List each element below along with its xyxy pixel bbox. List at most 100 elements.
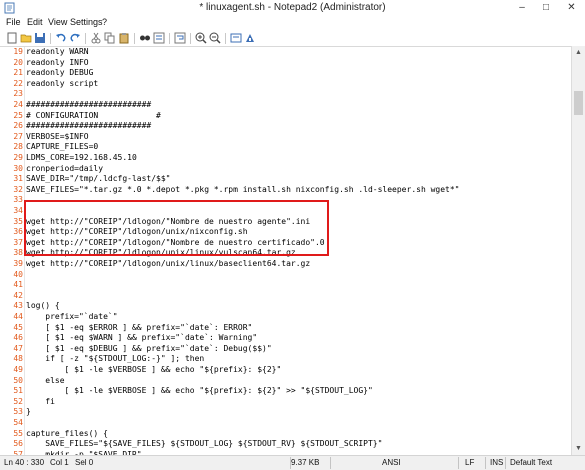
scroll-down-arrow-icon[interactable]: ▼ — [572, 442, 585, 455]
code-text[interactable]: readonly script — [26, 79, 98, 90]
code-text[interactable]: [ $1 -eq $WARN ] && prefix="`date`: Warn… — [26, 333, 257, 344]
code-text[interactable]: # CONFIGURATION # — [26, 111, 161, 122]
status-insert-mode[interactable]: INS — [490, 458, 503, 467]
code-line[interactable]: 50 else — [0, 376, 571, 387]
code-text[interactable]: SAVE_FILES="${SAVE_FILES} ${STDOUT_LOG} … — [26, 439, 382, 450]
code-line[interactable]: 55 capture_files() { — [0, 429, 571, 440]
status-encoding[interactable]: ANSI — [382, 458, 401, 467]
paste-icon[interactable] — [118, 32, 130, 44]
code-line[interactable]: 54 — [0, 418, 571, 429]
line-number: 33 — [13, 195, 23, 205]
code-text[interactable]: VERBOSE=$INFO — [26, 132, 89, 143]
code-line[interactable]: 51 [ $1 -le $VERBOSE ] && echo "${prefix… — [0, 386, 571, 397]
code-line[interactable]: 39 wget http://"COREIP"/ldlogon/unix/linu… — [0, 259, 571, 270]
editor-area[interactable]: 19 readonly WARN 20 readonly INFO 21 readonly… — [0, 46, 571, 456]
status-line-ending[interactable]: LF — [465, 458, 474, 467]
code-line[interactable]: 46 [ $1 -eq $WARN ] && prefix="`date`: W… — [0, 333, 571, 344]
code-text[interactable]: SAVE_DIR="/tmp/.ldcfg-last/$$" — [26, 174, 171, 185]
redo-icon[interactable] — [69, 32, 81, 44]
save-icon[interactable] — [34, 32, 46, 44]
code-line[interactable]: 22 readonly script — [0, 79, 571, 90]
code-line[interactable]: 26 ########################## — [0, 121, 571, 132]
code-text[interactable]: SAVE_FILES="*.tar.gz *.0 *.depot *.pkg *… — [26, 185, 459, 196]
code-line[interactable]: 23 — [0, 89, 571, 100]
code-line[interactable]: 24 ########################## — [0, 100, 571, 111]
code-line[interactable]: 25 # CONFIGURATION # — [0, 111, 571, 122]
code-text[interactable]: [ $1 -le $VERBOSE ] && echo "${prefix}: … — [26, 365, 282, 376]
maximize-button[interactable]: □ — [534, 0, 558, 16]
wordwrap-icon[interactable] — [174, 32, 186, 44]
close-button[interactable]: ✕ — [558, 0, 585, 16]
menu-view[interactable]: View — [48, 17, 67, 27]
code-text[interactable]: [ $1 -eq $DEBUG ] && prefix="`date`: Deb… — [26, 344, 271, 355]
code-text[interactable]: readonly DEBUG — [26, 68, 93, 79]
new-icon[interactable] — [6, 32, 18, 44]
menu-settings[interactable]: Settings — [70, 17, 103, 27]
line-number: 19 — [13, 47, 23, 56]
open-icon[interactable] — [20, 32, 32, 44]
code-line[interactable]: 30 cronperiod=daily — [0, 164, 571, 175]
minimize-button[interactable]: – — [510, 0, 534, 16]
zoom-in-icon[interactable] — [195, 32, 207, 44]
code-line[interactable]: 45 [ $1 -eq $ERROR ] && prefix="`date`: … — [0, 323, 571, 334]
zoom-out-icon[interactable] — [209, 32, 221, 44]
status-bar: Ln 40 : 330 Col 1 Sel 0 9.37 KB ANSI LF … — [0, 455, 585, 470]
code-text[interactable]: [ $1 -eq $ERROR ] && prefix="`date`: ERR… — [26, 323, 252, 334]
code-line[interactable]: 43 log() { — [0, 301, 571, 312]
code-line[interactable]: 44 prefix="`date`" — [0, 312, 571, 323]
scheme-icon[interactable] — [230, 32, 242, 44]
code-line[interactable]: 56 SAVE_FILES="${SAVE_FILES} ${STDOUT_LO… — [0, 439, 571, 450]
code-line[interactable]: 48 if [ -z "${STDOUT_LOG:-}" ]; then — [0, 354, 571, 365]
menu-help[interactable]: ? — [102, 17, 107, 27]
replace-icon[interactable] — [153, 32, 165, 44]
code-text[interactable]: ########################## — [26, 100, 151, 111]
line-number: 26 — [13, 121, 23, 131]
code-line[interactable]: 52 fi — [0, 397, 571, 408]
code-line[interactable]: 28 CAPTURE_FILES=0 — [0, 142, 571, 153]
code-text[interactable]: readonly INFO — [26, 58, 89, 69]
code-line[interactable]: 29 LDMS_CORE=192.168.45.10 — [0, 153, 571, 164]
undo-icon[interactable] — [55, 32, 67, 44]
scroll-up-arrow-icon[interactable]: ▲ — [572, 46, 585, 59]
cut-icon[interactable] — [90, 32, 102, 44]
copy-icon[interactable] — [104, 32, 116, 44]
toolbar-separator — [85, 33, 86, 44]
settings-icon[interactable] — [244, 32, 256, 44]
line-number: 23 — [13, 89, 23, 99]
code-line[interactable]: 32 SAVE_FILES="*.tar.gz *.0 *.depot *.pkg… — [0, 185, 571, 196]
code-line[interactable]: 41 — [0, 280, 571, 291]
title-bar[interactable]: * linuxagent.sh - Notepad2 (Administrato… — [0, 0, 585, 16]
code-line[interactable]: 47 [ $1 -eq $DEBUG ] && prefix="`date`: … — [0, 344, 571, 355]
code-line[interactable]: 20 readonly INFO — [0, 58, 571, 69]
code-line[interactable]: 19 readonly WARN — [0, 47, 571, 58]
code-text[interactable]: readonly WARN — [26, 47, 89, 58]
vertical-scrollbar[interactable]: ▲ ▼ — [571, 46, 585, 455]
code-line[interactable]: 40 — [0, 270, 571, 281]
find-icon[interactable] — [139, 32, 151, 44]
code-text[interactable]: [ $1 -le $VERBOSE ] && echo "${prefix}: … — [26, 386, 373, 397]
code-text[interactable]: prefix="`date`" — [26, 312, 117, 323]
status-scheme[interactable]: Default Text — [510, 458, 552, 467]
code-text[interactable]: CAPTURE_FILES=0 — [26, 142, 98, 153]
code-text[interactable]: if [ -z "${STDOUT_LOG:-}" ]; then — [26, 354, 204, 365]
menu-file[interactable]: File — [6, 17, 21, 27]
code-text[interactable]: log() { — [26, 301, 60, 312]
menu-bar: File Edit View Settings ? — [0, 16, 585, 31]
code-line[interactable]: 53} — [0, 407, 571, 418]
code-line[interactable]: 49 [ $1 -le $VERBOSE ] && echo "${prefix… — [0, 365, 571, 376]
status-column: Col 1 — [50, 458, 69, 467]
code-line[interactable]: 31 SAVE_DIR="/tmp/.ldcfg-last/$$" — [0, 174, 571, 185]
code-text[interactable]: cronperiod=daily — [26, 164, 103, 175]
code-line[interactable]: 42 — [0, 291, 571, 302]
code-text[interactable]: fi — [26, 397, 55, 408]
code-line[interactable]: 27 VERBOSE=$INFO — [0, 132, 571, 143]
code-text[interactable]: } — [26, 407, 31, 418]
code-text[interactable]: else — [26, 376, 64, 387]
scroll-thumb[interactable] — [574, 91, 583, 115]
menu-edit[interactable]: Edit — [27, 17, 43, 27]
code-text[interactable]: wget http://"COREIP"/ldlogon/unix/linux/… — [26, 259, 310, 270]
code-text[interactable]: capture_files() { — [26, 429, 108, 440]
code-line[interactable]: 21 readonly DEBUG — [0, 68, 571, 79]
code-text[interactable]: LDMS_CORE=192.168.45.10 — [26, 153, 137, 164]
code-text[interactable]: ########################## — [26, 121, 151, 132]
